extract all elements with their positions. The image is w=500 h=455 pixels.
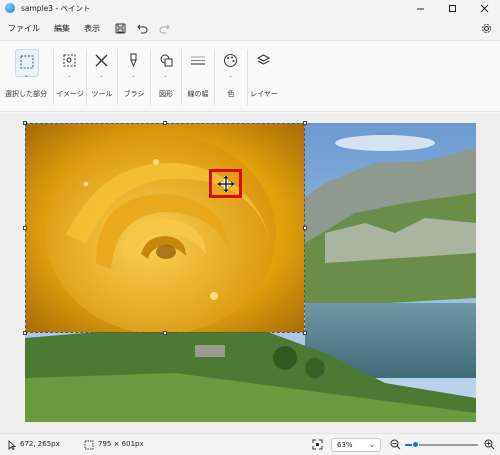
resize-handle[interactable] bbox=[303, 331, 307, 335]
save-icon[interactable] bbox=[112, 20, 128, 36]
canvas-workspace[interactable] bbox=[0, 113, 500, 433]
shapes-group[interactable]: ⌄ 図形 bbox=[151, 41, 181, 111]
undo-icon[interactable] bbox=[134, 20, 150, 36]
paint-app-icon bbox=[5, 3, 15, 13]
fit-to-window-icon[interactable] bbox=[312, 439, 323, 450]
size-label: 線の幅 bbox=[187, 90, 209, 98]
zoom-slider-thumb[interactable] bbox=[412, 441, 419, 448]
close-button[interactable] bbox=[468, 0, 500, 16]
brushes-label: ブラシ bbox=[123, 90, 145, 98]
chevron-down-icon: ⌄ bbox=[228, 72, 234, 79]
zoom-value: 63% bbox=[337, 441, 353, 449]
brush-icon bbox=[130, 53, 137, 68]
selection-group[interactable]: ⌄ 選択した部分 bbox=[0, 41, 52, 111]
resize-handle[interactable] bbox=[23, 226, 27, 230]
zoom-in-icon[interactable] bbox=[484, 439, 495, 450]
tools-label: ツール bbox=[91, 90, 113, 98]
line-width-icon bbox=[191, 56, 205, 65]
layers-icon bbox=[256, 54, 271, 65]
move-arrows-icon bbox=[217, 175, 234, 192]
image-group[interactable]: ⌄ イメージ bbox=[54, 41, 86, 111]
zoom-out-icon[interactable] bbox=[390, 439, 401, 450]
canvas-size-icon bbox=[84, 440, 94, 450]
layers-label: レイヤー bbox=[250, 90, 278, 98]
resize-handle[interactable] bbox=[163, 121, 167, 125]
move-cursor-highlight bbox=[209, 169, 242, 198]
pasted-selection[interactable] bbox=[25, 123, 305, 333]
maximize-button[interactable] bbox=[436, 0, 468, 16]
shapes-label: 図形 bbox=[159, 90, 173, 98]
colors-label: 色 bbox=[227, 90, 235, 98]
zoom-dropdown[interactable]: 63% ⌄ bbox=[331, 438, 381, 452]
settings-gear-icon[interactable] bbox=[478, 20, 494, 36]
tools-pencil-icon bbox=[95, 54, 108, 67]
ribbon-toolbar: ⌄ 選択した部分 ⌄ イメージ ⌄ ツール ⌄ ブラシ ⌄ 図形 線の幅 ⌄ 色… bbox=[0, 40, 500, 112]
select-rectangle-icon bbox=[20, 55, 34, 69]
resize-handle[interactable] bbox=[303, 121, 307, 125]
tools-group[interactable]: ⌄ ツール bbox=[87, 41, 117, 111]
brushes-group[interactable]: ⌄ ブラシ bbox=[118, 41, 150, 111]
canvas-size: 795 × 601px bbox=[98, 440, 144, 448]
status-bar: 672, 265px 795 × 601px 63% ⌄ bbox=[0, 433, 500, 455]
menu-bar: ファイル 編集 表示 bbox=[0, 17, 500, 39]
palette-icon bbox=[224, 54, 237, 67]
redo-icon[interactable] bbox=[156, 20, 172, 36]
shapes-icon bbox=[160, 54, 173, 67]
chevron-down-icon: ⌄ bbox=[163, 72, 169, 79]
chevron-down-icon: ⌄ bbox=[99, 72, 105, 79]
chevron-down-icon: ⌄ bbox=[67, 72, 73, 79]
window-title: sample3 - ペイント bbox=[21, 3, 91, 13]
chevron-down-icon: ⌄ bbox=[369, 441, 375, 449]
menu-edit[interactable]: 編集 bbox=[54, 23, 70, 34]
minimize-button[interactable] bbox=[404, 0, 436, 16]
title-bar: sample3 - ペイント bbox=[0, 0, 500, 16]
menu-view[interactable]: 表示 bbox=[84, 23, 100, 34]
size-group[interactable]: 線の幅 bbox=[182, 41, 214, 111]
resize-handle[interactable] bbox=[23, 331, 27, 335]
layers-group[interactable]: レイヤー bbox=[248, 41, 280, 111]
cursor-position: 672, 265px bbox=[20, 440, 60, 448]
chevron-down-icon: ⌄ bbox=[131, 72, 137, 79]
resize-handle[interactable] bbox=[23, 121, 27, 125]
pointer-icon bbox=[8, 440, 17, 450]
rose-photo bbox=[26, 124, 304, 332]
image-label: イメージ bbox=[56, 90, 84, 98]
resize-handle[interactable] bbox=[303, 226, 307, 230]
selection-label: 選択した部分 bbox=[5, 90, 47, 98]
chevron-down-icon: ⌄ bbox=[24, 72, 30, 79]
image-crop-icon bbox=[63, 54, 76, 67]
resize-handle[interactable] bbox=[163, 331, 167, 335]
colors-group[interactable]: ⌄ 色 bbox=[215, 41, 247, 111]
window-controls bbox=[404, 0, 500, 16]
menu-file[interactable]: ファイル bbox=[8, 23, 40, 34]
